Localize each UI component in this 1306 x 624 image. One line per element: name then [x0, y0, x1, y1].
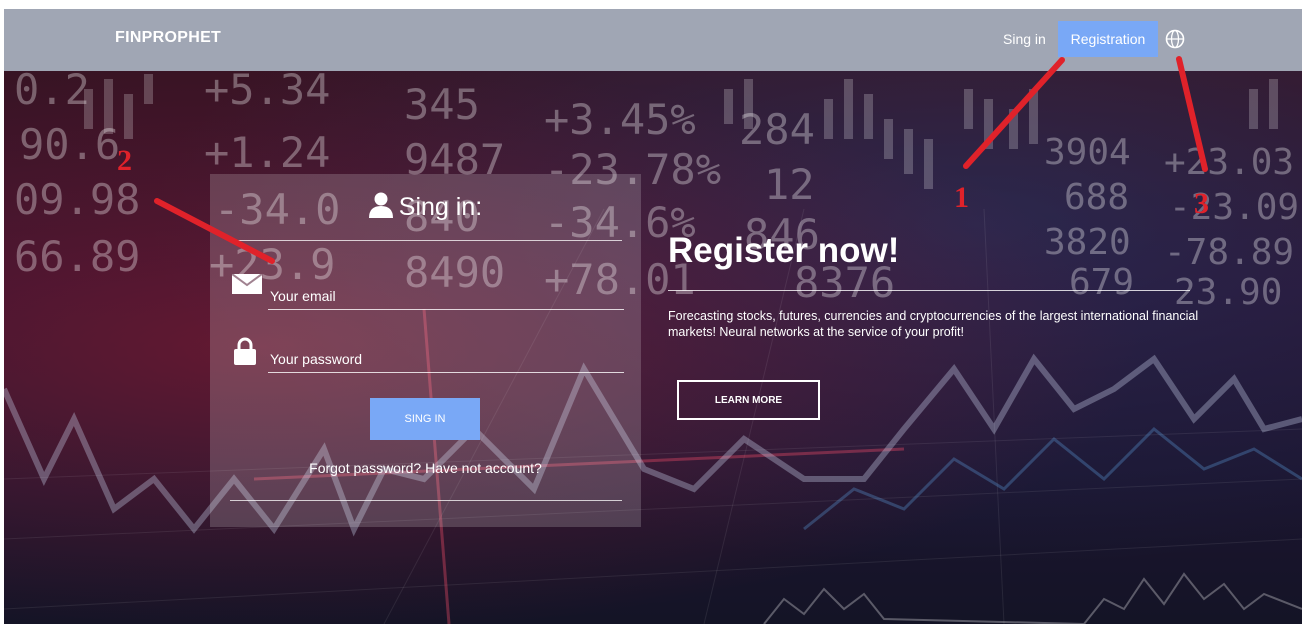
annotation-arrow-1	[963, 57, 1065, 169]
annotation-label-2: 2	[117, 144, 132, 177]
screenshot-frame: 0.2 +5.34 345 +3.45% 284 90.6 +1.24 9487 -23.78…	[4, 9, 1302, 624]
annotation-label-3: 3	[1194, 187, 1209, 220]
annotation-arrows	[154, 56, 1208, 264]
annotation-arrow-3	[1176, 56, 1208, 172]
annotation-label-1: 1	[954, 181, 969, 214]
annotation-arrow-2	[154, 198, 275, 264]
